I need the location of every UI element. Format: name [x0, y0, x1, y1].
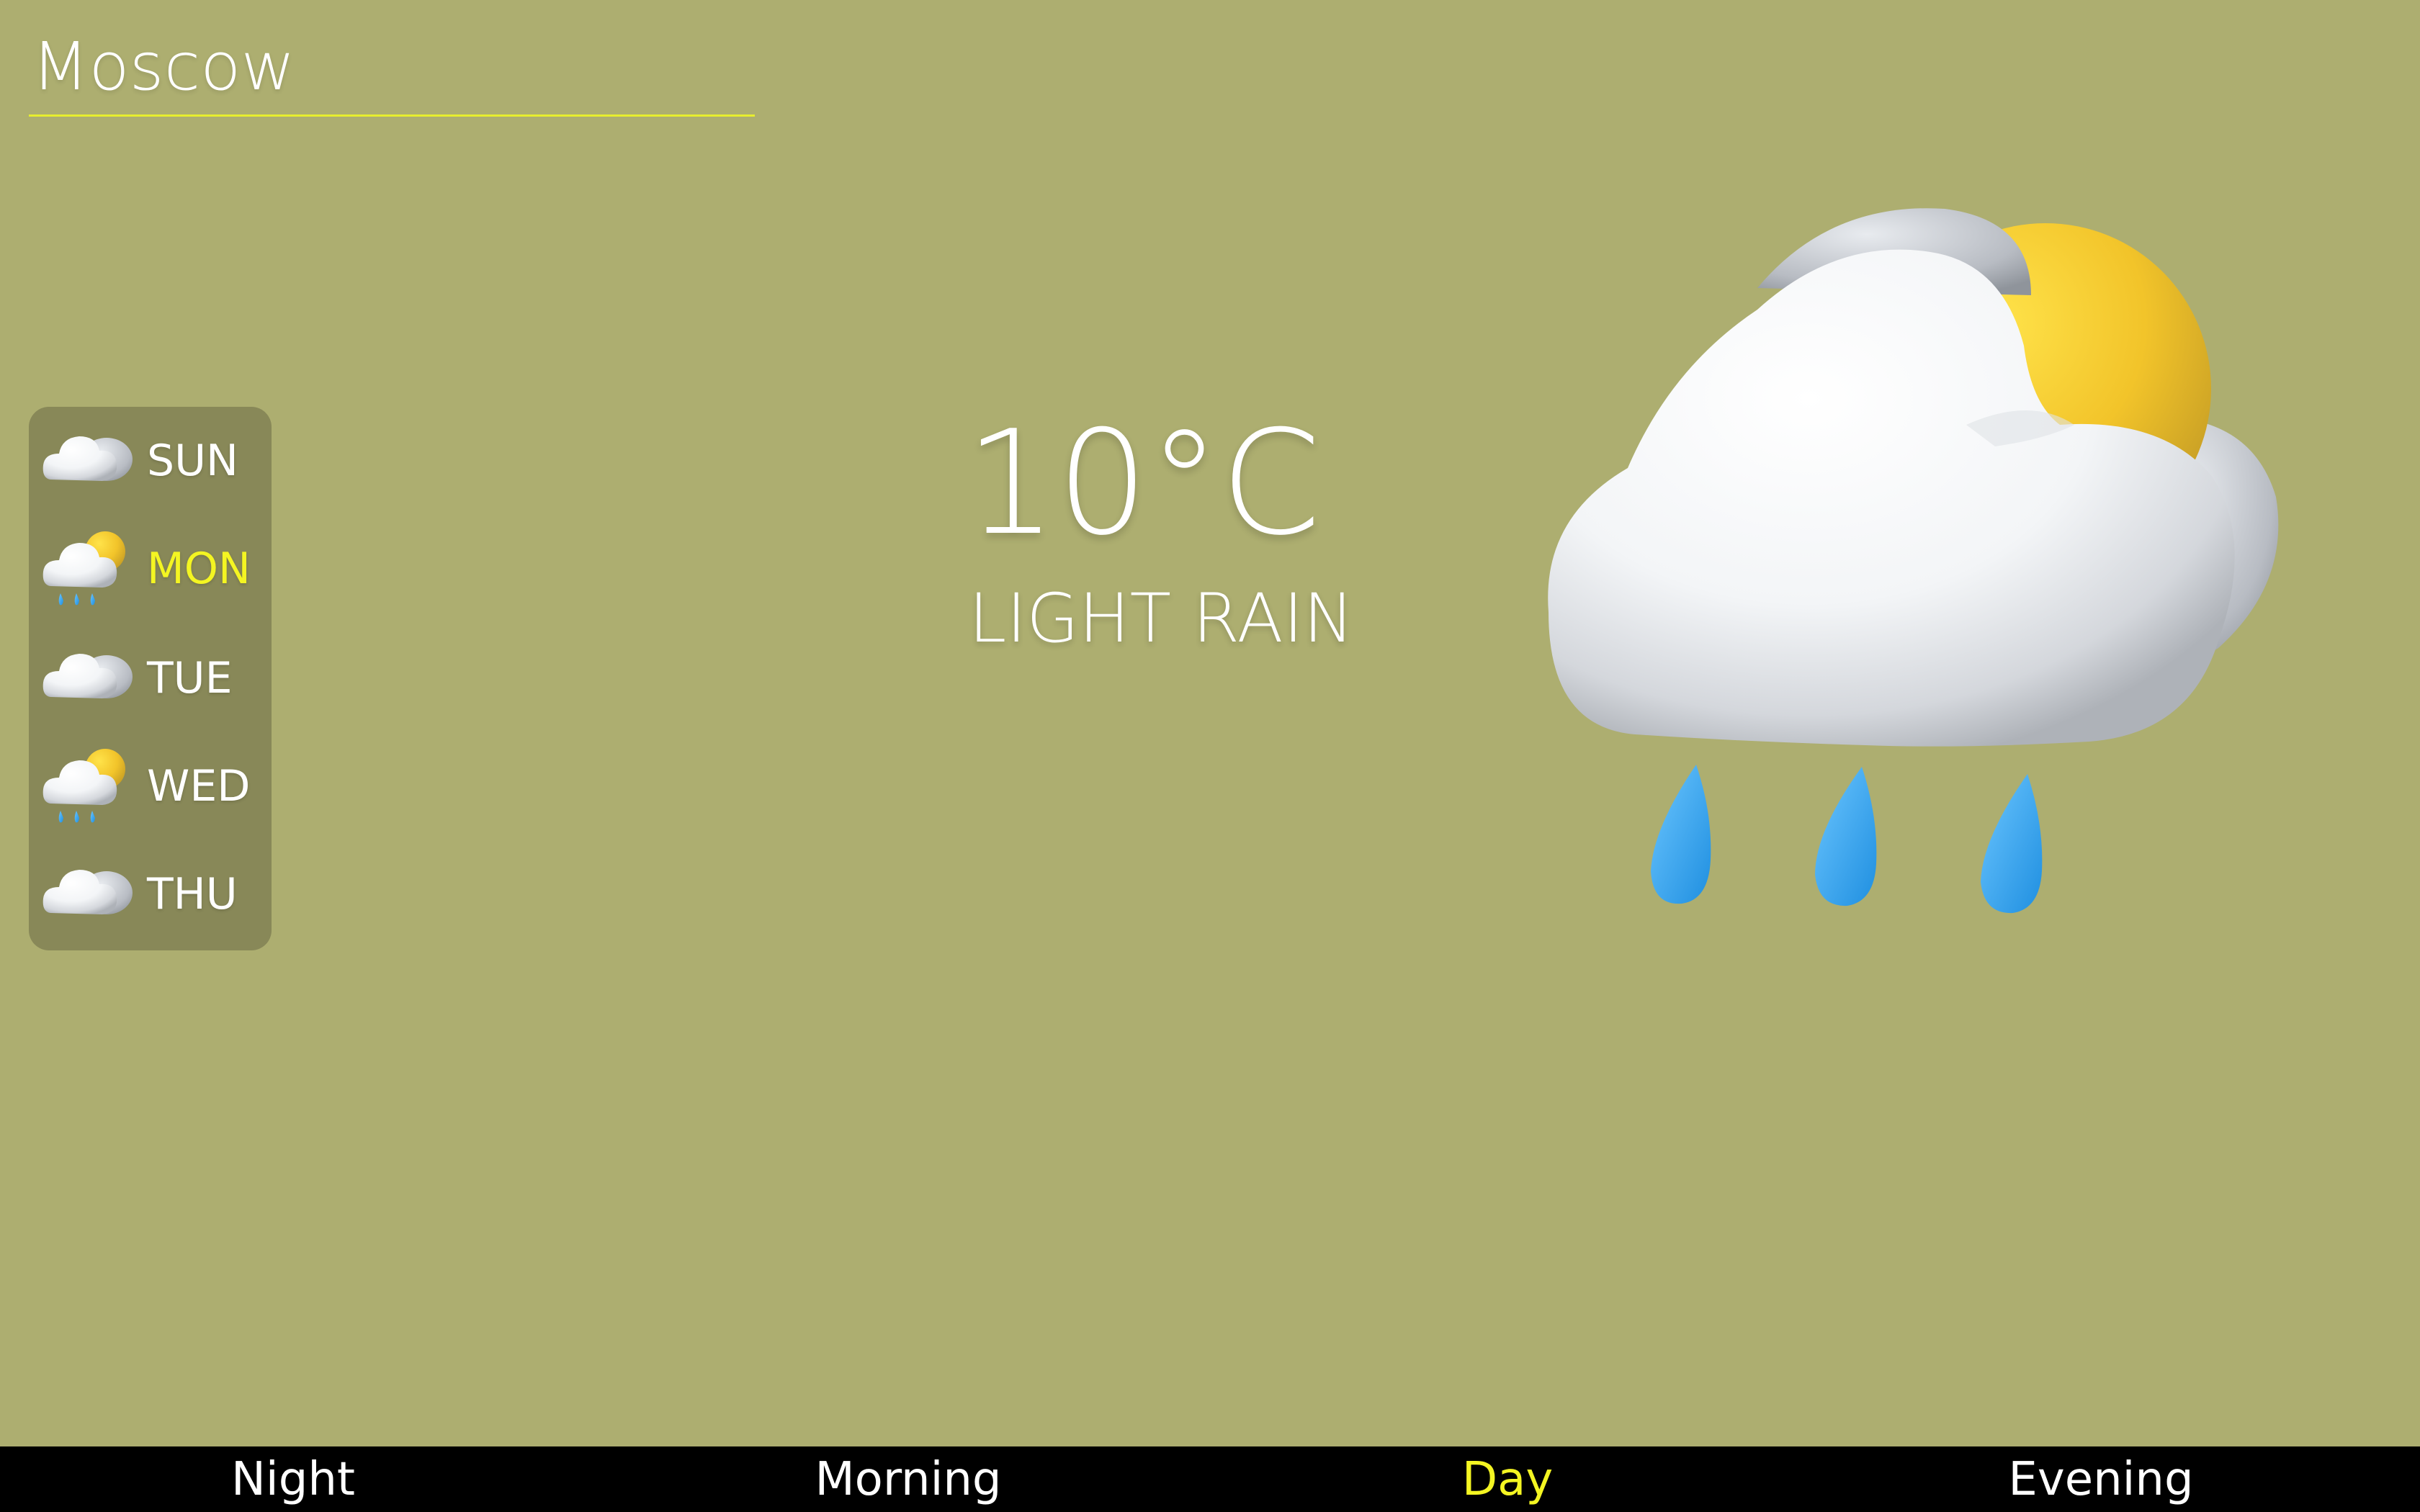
forecast-panel: SUN MON TUE WED THU	[29, 407, 272, 950]
city-field[interactable]	[29, 24, 755, 117]
forecast-day-tue[interactable]: TUE	[29, 624, 272, 732]
cloud-sun-rain-icon	[36, 743, 144, 829]
tab-label: Night	[231, 1452, 355, 1506]
tab-label: Evening	[2008, 1452, 2194, 1506]
forecast-day-label: MON	[147, 544, 251, 594]
forecast-day-label: WED	[147, 761, 251, 811]
tab-evening[interactable]: Evening	[1921, 1446, 2281, 1512]
tab-morning[interactable]: Morning	[728, 1446, 1088, 1512]
cloud-icon	[36, 851, 144, 937]
time-of-day-bar: Night Morning Day Evening	[0, 1446, 2420, 1512]
forecast-day-mon[interactable]: MON	[29, 515, 272, 623]
cloud-sun-rain-icon	[1527, 180, 2319, 929]
tab-label: Day	[1461, 1452, 1554, 1506]
city-input[interactable]	[32, 30, 738, 102]
cloud-icon	[36, 635, 144, 721]
current-condition: LIGHT RAIN	[969, 580, 1354, 658]
forecast-day-label: TUE	[147, 653, 233, 703]
forecast-day-wed[interactable]: WED	[29, 732, 272, 840]
forecast-day-thu[interactable]: THU	[29, 840, 272, 948]
forecast-day-label: SUN	[147, 436, 238, 486]
forecast-day-label: THU	[147, 869, 238, 919]
current-temperature: 10°C	[965, 400, 1322, 567]
cloud-sun-rain-icon	[36, 526, 144, 612]
tab-night[interactable]: Night	[113, 1446, 473, 1512]
forecast-day-sun[interactable]: SUN	[29, 407, 272, 515]
cloud-icon	[36, 418, 144, 504]
tab-label: Morning	[815, 1452, 1002, 1506]
tab-day[interactable]: Day	[1327, 1446, 1688, 1512]
